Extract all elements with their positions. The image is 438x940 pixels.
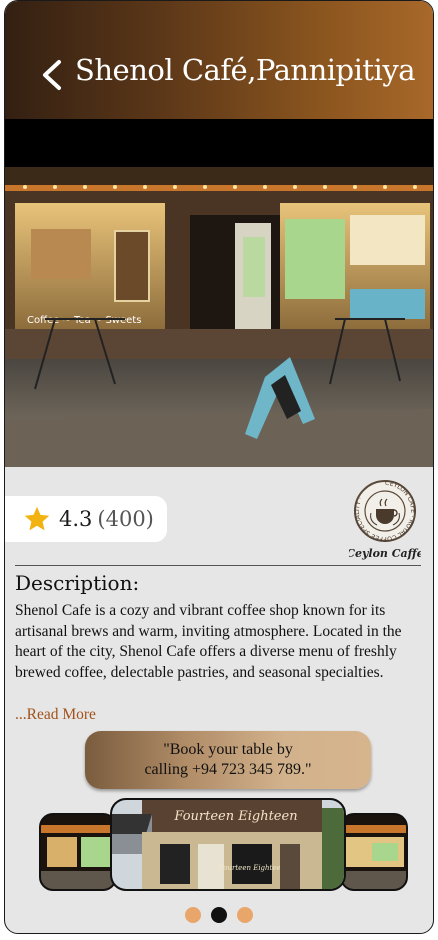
cafe-hero-image: Coffee ~ Tea ~ Sweets: [5, 119, 433, 467]
book-table-button[interactable]: "Book your table by calling +94 723 345 …: [85, 731, 371, 789]
logo-script-text: Ceylon Caffe: [349, 547, 421, 560]
page-title: Shenol Café,Pannipitiya: [75, 53, 416, 87]
description-text: Shenol Cafe is a cozy and vibrant coffee…: [15, 602, 402, 681]
book-table-line-2: calling +94 723 345 789.": [144, 761, 312, 778]
logo-mark: CEYLON CAFE · ROYAL COFFEE SPECIALITY · …: [346, 480, 423, 560]
book-table-line-1: "Book your table by: [163, 741, 293, 758]
app-screen: Shenol Café,Pannipitiya Coffee ~ Tea ~ S…: [4, 0, 434, 934]
carousel-pagination: [5, 907, 433, 923]
carousel-sign-text: Fourteen Eighteen: [173, 809, 297, 824]
rating-badge: 4.3 (400): [5, 496, 167, 542]
rating-value: 4.3: [59, 507, 93, 531]
carousel-photo-next: [342, 815, 406, 889]
carousel-dot-1[interactable]: [185, 907, 201, 923]
carousel-dot-2[interactable]: [211, 907, 227, 923]
read-more-link[interactable]: ...Read More: [15, 706, 96, 724]
carousel-item-prev[interactable]: [39, 813, 117, 891]
description-heading: Description:: [15, 571, 140, 595]
cafe-storefront-photo: Coffee ~ Tea ~ Sweets: [5, 119, 433, 467]
carousel-dot-3[interactable]: [237, 907, 253, 923]
section-divider: [15, 565, 421, 566]
rating-count: (400): [97, 507, 154, 531]
chevron-left-icon[interactable]: [39, 59, 65, 91]
ceylon-caffe-logo: CEYLON CAFE · ROYAL COFFEE SPECIALITY · …: [346, 479, 423, 561]
window-signage: Coffee ~ Tea ~ Sweets: [27, 315, 141, 326]
carousel-item-current[interactable]: Fourteen Eighteen Fourteen Eighteen: [110, 798, 346, 891]
carousel-item-next[interactable]: [340, 813, 408, 891]
star-icon: [24, 506, 50, 531]
carousel-window-text: Fourteen Eighteen: [218, 864, 286, 872]
header-bar: Shenol Café,Pannipitiya: [5, 1, 433, 119]
carousel-photo-prev: [41, 815, 115, 889]
carousel-photo-current: Fourteen Eighteen Fourteen Eighteen: [112, 800, 344, 889]
